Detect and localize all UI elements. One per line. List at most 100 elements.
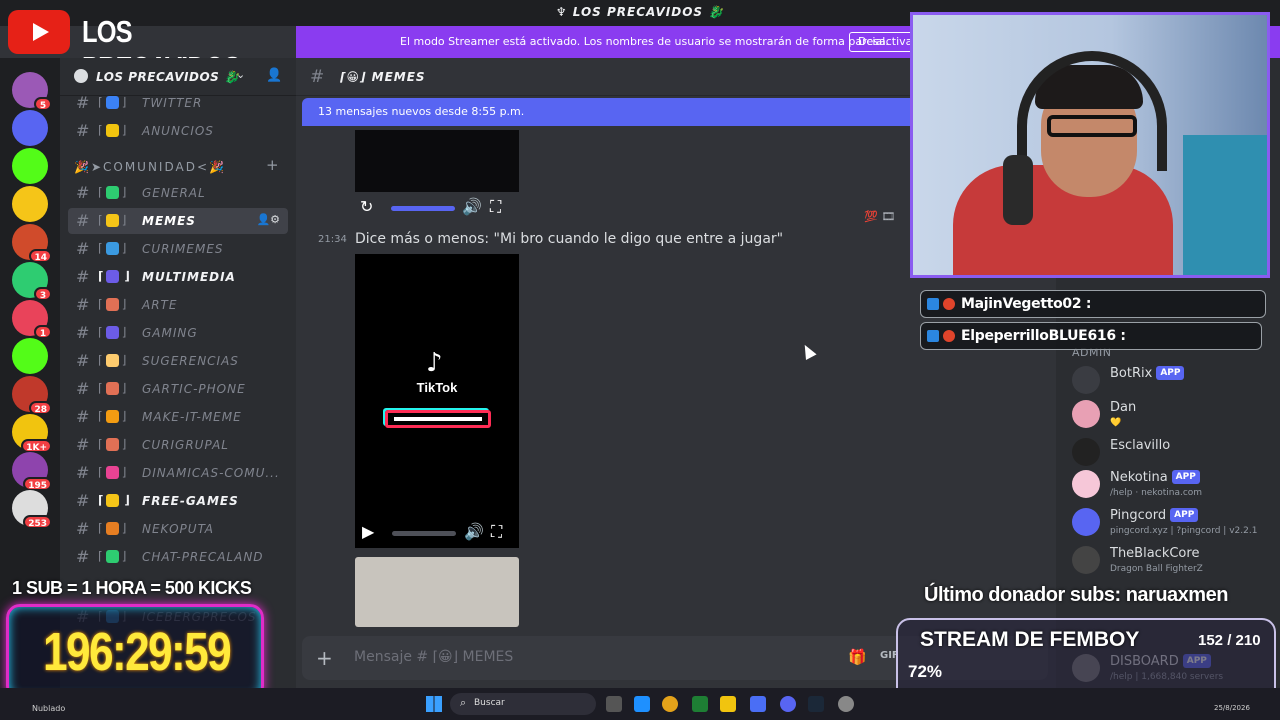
youtube-icon (8, 10, 70, 54)
steam-icon[interactable] (808, 696, 824, 712)
weather-label: Nublado (32, 704, 66, 713)
obs-icon[interactable] (838, 696, 854, 712)
channel-curigrupal[interactable]: # ⌈ ⌋ CURIGRUPAL (68, 432, 288, 458)
channel-free-games[interactable]: # ⌈ ⌋ FREE-GAMES (68, 488, 288, 514)
member-item[interactable]: Nekotina APP/help · nekotina.com (1072, 468, 1272, 504)
channel-emoji-icon (106, 438, 119, 451)
store-icon[interactable] (750, 696, 766, 712)
channel-gaming[interactable]: # ⌈ ⌋ GAMING (68, 320, 288, 346)
server-kick-icon[interactable] (12, 338, 48, 374)
channel-label: MULTIMEDIA (142, 270, 236, 284)
subathon-timer: 196:29:59 (6, 604, 264, 700)
channel-general[interactable]: # ⌈ ⌋ GENERAL (68, 180, 288, 206)
server-server-icon[interactable]: 28 (12, 376, 52, 415)
excel-icon[interactable] (692, 696, 708, 712)
text-channel-icon: # (76, 183, 90, 202)
server-server-icon[interactable]: 195 (12, 452, 52, 491)
avatar (1072, 546, 1100, 574)
channel-arte[interactable]: # ⌈ ⌋ ARTE (68, 292, 288, 318)
member-item[interactable]: Esclavillo (1072, 436, 1272, 472)
channel-curimemes[interactable]: # ⌈ ⌋ CURIMEMES (68, 236, 288, 262)
app-badge: APP (1171, 470, 1200, 484)
channel-emoji-icon (106, 466, 119, 479)
channel-emoji-icon (106, 214, 119, 227)
video-controls: ↻ 🔊 ⛶ (358, 197, 518, 223)
text-channel-icon: # (76, 267, 90, 286)
copilot-icon[interactable] (634, 696, 650, 712)
channel-sugerencias[interactable]: # ⌈ ⌋ SUGERENCIAS (68, 348, 288, 374)
taskbar-search[interactable]: ⌕ Buscar (450, 693, 596, 715)
webcam-overlay (910, 12, 1270, 278)
channel-twitter[interactable]: # ⌈ ⌋ TWITTER (68, 90, 288, 116)
overlay-chat-message: ElpeperrilloBLUE616 : (920, 322, 1262, 350)
last-donor-label: Último donador subs: naruaxmen (924, 584, 1228, 606)
stream-logo: LOS PRECAVIDOS (8, 10, 278, 85)
member-item[interactable]: BotRix APP (1072, 364, 1272, 400)
member-name: Pingcord APP (1110, 508, 1199, 523)
volume-slider[interactable] (391, 206, 455, 211)
server-server-icon[interactable]: 1 (12, 300, 52, 339)
server-server-icon[interactable]: 253 (12, 490, 52, 529)
discord-icon[interactable] (780, 696, 796, 712)
tiktok-video[interactable]: ♪ TikTok (355, 254, 519, 548)
attach-plus-icon[interactable]: + (316, 646, 333, 670)
channel-memes[interactable]: # ⌈ ⌋ MEMES 👤⚙ (68, 208, 288, 234)
gift-icon[interactable]: 🎁 (848, 648, 867, 666)
server-icon (74, 69, 88, 83)
member-item[interactable]: TheBlackCore Dragon Ball FighterZ (1072, 544, 1272, 580)
video-attachment[interactable] (355, 130, 519, 192)
member-status: pingcord.xyz | ?pingcord | v2.2.1 (1110, 526, 1258, 536)
channel-settings-icon[interactable]: 👤⚙ (256, 213, 280, 226)
volume-icon[interactable]: 🔊 (462, 197, 482, 216)
member-item[interactable]: Dan 💛 (1072, 398, 1272, 434)
message-input[interactable]: Mensaje # ⌈😀⌋ MEMES (354, 649, 513, 665)
message-reactions[interactable]: 💯 🎞 (864, 210, 895, 223)
server-kick-icon[interactable] (12, 148, 48, 184)
channel-label: CURIMEMES (142, 242, 224, 256)
timer-value: 196:29:59 (43, 622, 232, 682)
server-server-icon[interactable]: 3 (12, 262, 52, 301)
play-icon[interactable]: ▶ (362, 522, 374, 541)
subathon-rule: 1 SUB = 1 HORA = 500 KICKS (12, 578, 252, 598)
channel-multimedia[interactable]: # ⌈ ⌋ MULTIMEDIA (68, 264, 288, 290)
unread-badge: 1 (34, 325, 52, 339)
channel-anuncios[interactable]: # ⌈ ⌋ ANUNCIOS (68, 118, 288, 144)
channel-label: ARTE (142, 298, 178, 312)
channel-emoji-icon (106, 382, 119, 395)
volume-icon-2[interactable]: 🔊 (464, 522, 484, 541)
category-comunidad[interactable]: 🎉➤COMUNIDAD<🎉 (74, 160, 226, 174)
fullscreen-icon[interactable]: ⛶ (490, 197, 501, 217)
member-status: Dragon Ball FighterZ (1110, 564, 1203, 574)
server-party-icon[interactable]: 5 (12, 72, 52, 111)
new-messages-banner[interactable]: 13 mensajes nuevos desde 8:55 p.m. (302, 98, 922, 126)
create-channel-icon[interactable]: + (266, 156, 279, 174)
new-messages-text: 13 mensajes nuevos desde 8:55 p.m. (318, 105, 525, 118)
channel-dinamicas-comu-[interactable]: # ⌈ ⌋ DINAMICAS-COMU... (68, 460, 288, 486)
volume-slider-2[interactable] (392, 531, 456, 536)
channel-make-it-meme[interactable]: # ⌈ ⌋ MAKE-IT-MEME (68, 404, 288, 430)
chevron-down-icon[interactable]: ⌄ (236, 68, 245, 81)
text-channel-icon: # (310, 67, 325, 87)
server-folder-icon[interactable] (12, 110, 48, 146)
server-server-icon[interactable] (12, 186, 48, 222)
file-explorer-icon[interactable] (720, 696, 736, 712)
overlay-chat-user: MajinVegetto02 : (961, 296, 1092, 312)
overlay-chat-user: ElpeperrilloBLUE616 : (961, 328, 1126, 344)
fullscreen-icon-2[interactable]: ⛶ (491, 522, 502, 542)
channel-chat-precaland[interactable]: # ⌈ ⌋ CHAT-PRECALAND (68, 544, 288, 570)
member-item[interactable]: Pingcord APP pingcord.xyz | ?pingcord | v2… (1072, 506, 1272, 542)
channel-nekoputa[interactable]: # ⌈ ⌋ NEKOPUTA (68, 516, 288, 542)
channel-gartic-phone[interactable]: # ⌈ ⌋ GARTIC-PHONE (68, 376, 288, 402)
text-channel-icon: # (76, 491, 90, 510)
chrome-icon[interactable] (662, 696, 678, 712)
text-channel-icon: # (76, 463, 90, 482)
image-attachment[interactable] (355, 557, 519, 627)
windows-start-icon[interactable] (426, 696, 442, 712)
avatar (1072, 438, 1100, 466)
replay-icon[interactable]: ↻ (360, 197, 373, 216)
task-view-icon[interactable] (606, 696, 622, 712)
overlay-chat-message: MajinVegetto02 : (920, 290, 1266, 318)
server-server-icon[interactable]: 14 (12, 224, 52, 263)
server-server-icon[interactable]: 1K+ (12, 414, 52, 453)
invite-people-icon[interactable]: 👤 (266, 68, 282, 83)
